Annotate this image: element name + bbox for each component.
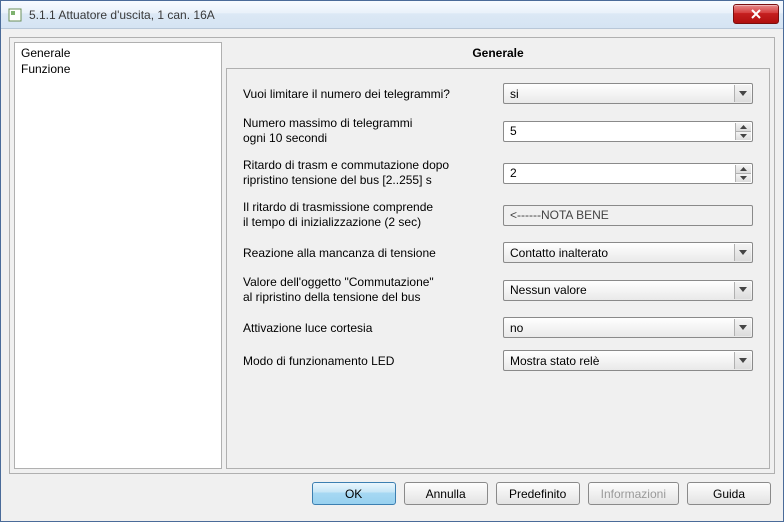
dropdown-switch-value[interactable]: Nessun valore	[503, 280, 753, 301]
chevron-down-icon	[734, 244, 751, 261]
row-switch-value: Valore dell'oggetto "Commutazione" al ri…	[243, 275, 753, 305]
spin-up-button[interactable]	[736, 165, 751, 174]
label-voltage-fail: Reazione alla mancanza di tensione	[243, 246, 503, 260]
spinner-value: 5	[510, 124, 517, 138]
spin-down-button[interactable]	[736, 174, 751, 182]
cancel-button[interactable]: Annulla	[404, 482, 488, 505]
dropdown-value: Contatto inalterato	[510, 246, 608, 260]
dropdown-limit-telegrams[interactable]: si	[503, 83, 753, 104]
spin-up-button[interactable]	[736, 123, 751, 132]
readonly-note: <------NOTA BENE	[503, 205, 753, 226]
chevron-down-icon	[734, 282, 751, 299]
row-limit-telegrams: Vuoi limitare il numero dei telegrammi? …	[243, 83, 753, 104]
sidebar: Generale Funzione	[14, 42, 222, 469]
dropdown-voltage-fail[interactable]: Contatto inalterato	[503, 242, 753, 263]
label-note: Il ritardo di trasmissione comprende il …	[243, 200, 503, 230]
spinner-delay[interactable]: 2	[503, 163, 753, 184]
button-bar: OK Annulla Predefinito Informazioni Guid…	[9, 474, 775, 513]
label-delay: Ritardo di trasm e commutazione dopo rip…	[243, 158, 503, 188]
window: 5.1.1 Attuatore d'uscita, 1 can. 16A Gen…	[0, 0, 784, 522]
dropdown-value: si	[510, 87, 519, 101]
titlebar: 5.1.1 Attuatore d'uscita, 1 can. 16A	[1, 1, 783, 29]
content-area: Generale Funzione Generale Vuoi limitare…	[1, 29, 783, 521]
default-button[interactable]: Predefinito	[496, 482, 580, 505]
spin-buttons	[735, 165, 751, 182]
dropdown-courtesy[interactable]: no	[503, 317, 753, 338]
spin-buttons	[735, 123, 751, 140]
window-title: 5.1.1 Attuatore d'uscita, 1 can. 16A	[29, 8, 733, 22]
dropdown-value: Mostra stato relè	[510, 354, 599, 368]
chevron-down-icon	[734, 319, 751, 336]
panel-wrap: Generale Vuoi limitare il numero dei tel…	[226, 42, 770, 469]
panel-header: Generale	[226, 42, 770, 68]
ok-button[interactable]: OK	[312, 482, 396, 505]
label-courtesy: Attivazione luce cortesia	[243, 321, 503, 335]
chevron-down-icon	[734, 352, 751, 369]
close-button[interactable]	[733, 4, 779, 24]
sidebar-item-funzione[interactable]: Funzione	[15, 61, 221, 77]
help-button[interactable]: Guida	[687, 482, 771, 505]
dropdown-led-mode[interactable]: Mostra stato relè	[503, 350, 753, 371]
chevron-down-icon	[734, 85, 751, 102]
close-icon	[750, 9, 762, 19]
row-courtesy: Attivazione luce cortesia no	[243, 317, 753, 338]
app-icon	[7, 7, 23, 23]
row-note: Il ritardo di trasmissione comprende il …	[243, 200, 753, 230]
row-led-mode: Modo di funzionamento LED Mostra stato r…	[243, 350, 753, 371]
main-box: Generale Funzione Generale Vuoi limitare…	[9, 37, 775, 474]
spin-down-button[interactable]	[736, 132, 751, 140]
row-max-telegrams: Numero massimo di telegrammi ogni 10 sec…	[243, 116, 753, 146]
row-delay: Ritardo di trasm e commutazione dopo rip…	[243, 158, 753, 188]
panel: Vuoi limitare il numero dei telegrammi? …	[226, 68, 770, 469]
label-limit-telegrams: Vuoi limitare il numero dei telegrammi?	[243, 87, 503, 101]
spinner-value: 2	[510, 166, 517, 180]
label-led-mode: Modo di funzionamento LED	[243, 354, 503, 368]
sidebar-item-generale[interactable]: Generale	[15, 45, 221, 61]
info-button: Informazioni	[588, 482, 679, 505]
dropdown-value: Nessun valore	[510, 283, 587, 297]
row-voltage-fail: Reazione alla mancanza di tensione Conta…	[243, 242, 753, 263]
spinner-max-telegrams[interactable]: 5	[503, 121, 753, 142]
label-switch-value: Valore dell'oggetto "Commutazione" al ri…	[243, 275, 503, 305]
label-max-telegrams: Numero massimo di telegrammi ogni 10 sec…	[243, 116, 503, 146]
dropdown-value: no	[510, 321, 523, 335]
